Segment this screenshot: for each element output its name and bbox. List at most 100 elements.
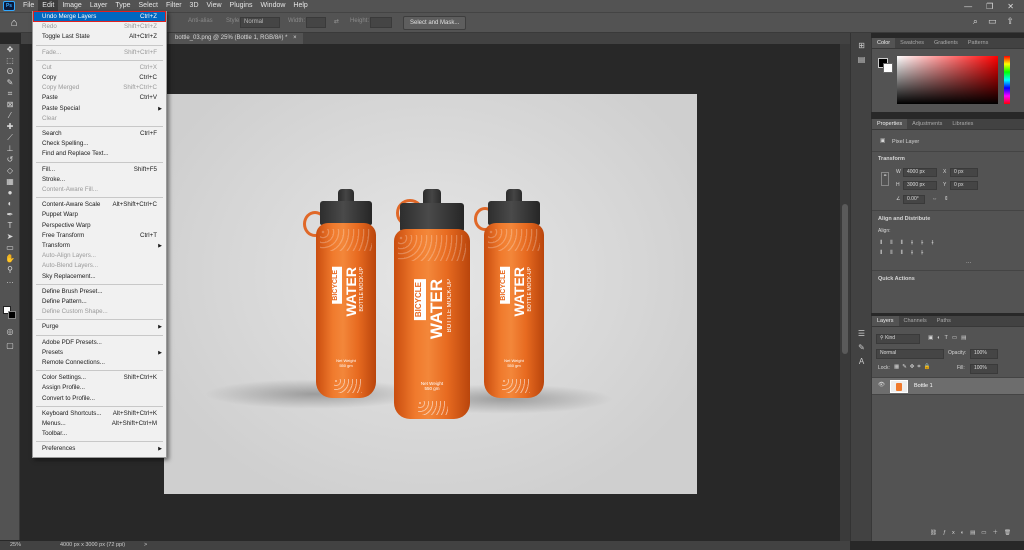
tab-adjustments[interactable]: Adjustments [907,119,947,129]
edit-menu-item[interactable]: Assign Profile... [33,383,166,393]
edit-menu-item[interactable]: Sky Replacement... [33,272,166,282]
history-brush-tool-icon[interactable]: ↺ [0,154,20,165]
quick-select-tool-icon[interactable]: ✎ [0,77,20,88]
edit-menu-item[interactable]: Keyboard Shortcuts... Alt+Shift+Ctrl+K [33,409,166,419]
minimize-icon[interactable]: — [964,2,972,11]
flip-vertical-icon[interactable]: ⇕ [944,196,949,202]
edit-menu-item[interactable]: Search Ctrl+F [33,129,166,139]
tab-close-icon[interactable]: × [293,35,297,41]
swap-icon[interactable]: ⇄ [334,18,339,25]
menu-plugins[interactable]: Plugins [226,0,257,12]
width-input[interactable] [306,17,326,28]
edit-menu-item[interactable]: Color Settings... Shift+Ctrl+K [33,373,166,383]
edit-menu-item[interactable]: Copy Merged Shift+Ctrl+C [33,83,166,93]
document-tab[interactable]: bottle_03.png @ 25% (Bottle 1, RGB/8#) *… [169,33,303,44]
height-field[interactable]: 3000 px [903,181,937,190]
scroll-thumb[interactable] [842,204,848,354]
character-panel-icon[interactable]: A [851,355,872,369]
edit-menu-item[interactable]: Presets ▶ [33,348,166,358]
tab-properties[interactable]: Properties [872,119,908,129]
edit-menu-item[interactable]: Toolbar... [33,429,166,439]
edit-menu-item[interactable]: Puppet Warp [33,210,166,220]
home-icon[interactable]: ⌂ [7,16,21,30]
select-and-mask-button[interactable]: Select and Mask... [403,16,467,30]
tab-paths[interactable]: Paths [932,316,956,326]
transform-section-title[interactable]: Transform [878,156,905,162]
menu-window[interactable]: Window [257,0,290,12]
edit-menu-item[interactable]: Content-Aware Fill... [33,185,166,195]
quick-actions-title[interactable]: Quick Actions [878,276,915,282]
marquee-tool-icon[interactable]: ⬚ [0,55,20,66]
healing-tool-icon[interactable]: ✚ [0,121,20,132]
shape-tool-icon[interactable]: ▭ [0,242,20,253]
edit-menu-item[interactable]: Menus... Alt+Shift+Ctrl+M [33,419,166,429]
tab-channels[interactable]: Channels [899,316,932,326]
style-select[interactable]: Normal [240,17,280,28]
layer-name[interactable]: Bottle 1 [914,383,933,389]
edit-menu-item[interactable]: Toggle Last State Alt+Ctrl+Z [33,32,166,42]
fill-field[interactable]: 100% [970,364,998,374]
layer-actions[interactable]: ⛓ƒx◐▤▭＋🗑 [930,528,1017,536]
close-icon[interactable]: ✕ [1007,2,1014,11]
edit-menu-item[interactable]: Purge ▶ [33,322,166,332]
edit-menu-item[interactable]: Fill... Shift+F5 [33,165,166,175]
width-field[interactable]: 4000 px [903,168,937,177]
gradient-tool-icon[interactable]: ▦ [0,176,20,187]
edit-menu-item[interactable]: Copy Ctrl+C [33,73,166,83]
brush-tool-icon[interactable]: ⟋ [0,132,20,143]
workspace-icon[interactable]: ▭ [988,16,997,27]
frame-tool-icon[interactable]: ⊠ [0,99,20,110]
tab-color[interactable]: Color [872,38,896,48]
status-arrow-icon[interactable]: > [144,541,147,550]
edit-menu-item[interactable]: Perspective Warp [33,221,166,231]
edit-menu-item[interactable]: Define Pattern... [33,297,166,307]
height-input[interactable] [370,17,392,28]
blur-tool-icon[interactable]: ● [0,187,20,198]
more-tools-icon[interactable]: … [0,275,20,286]
flip-horizontal-icon[interactable]: ⇔ [932,196,938,202]
edit-menu-item[interactable]: Define Brush Preset... [33,287,166,297]
edit-menu-item[interactable]: Paste Ctrl+V [33,93,166,103]
eraser-tool-icon[interactable]: ◇ [0,165,20,176]
document-canvas[interactable]: BICYCLE WATER BOTTLE MOCK-UP Net Weight … [164,94,697,494]
menu-view[interactable]: View [203,0,226,12]
tab-gradients[interactable]: Gradients [929,38,963,48]
layer-filter-select[interactable]: ⚲ Kind [876,334,920,344]
layer-filter-icons[interactable]: ▣◐T▭▤ [928,335,970,341]
edit-menu-item[interactable]: Auto-Blend Layers... [33,261,166,271]
edit-menu-item[interactable]: Remote Connections... [33,358,166,368]
edit-menu-item[interactable]: Free Transform Ctrl+T [33,231,166,241]
hue-slider[interactable] [1004,56,1010,104]
edit-menu-item[interactable]: Cut Ctrl+X [33,63,166,73]
document-size[interactable]: 4000 px x 3000 px (72 ppi) [60,541,125,550]
tab-swatches[interactable]: Swatches [895,38,929,48]
maximize-icon[interactable]: ❐ [986,2,993,11]
edit-menu-item[interactable]: Adobe PDF Presets... [33,338,166,348]
edit-menu-item[interactable]: Clear [33,114,166,124]
menu-3d[interactable]: 3D [186,0,203,12]
background-swatch[interactable] [883,63,893,73]
pen-tool-icon[interactable]: ✒ [0,209,20,220]
lock-icons[interactable]: ▦✎✥⌗🔒 [894,364,933,371]
blend-mode-select[interactable]: Normal [876,349,944,359]
swatches-panel-icon[interactable]: ▤ [851,53,872,67]
foreground-color-swatch[interactable] [8,311,16,319]
more-options-icon[interactable]: ⋯ [966,260,972,266]
eye-icon[interactable]: 👁 [878,382,885,388]
edit-menu-item[interactable]: Find and Replace Text... [33,149,166,159]
move-tool-icon[interactable]: ✥ [0,44,20,55]
zoom-tool-icon[interactable]: ⚲ [0,264,20,275]
search-icon[interactable]: ⌕ [973,16,978,27]
edit-menu-item[interactable]: Check Spelling... [33,139,166,149]
edit-menu-item[interactable]: Preferences ▶ [33,444,166,454]
edit-menu-item[interactable]: Define Custom Shape... [33,307,166,317]
link-icon[interactable]: ⚭ [881,172,889,186]
hand-tool-icon[interactable]: ✋ [0,253,20,264]
canvas-vertical-scrollbar[interactable] [840,44,850,541]
path-select-tool-icon[interactable]: ➤ [0,231,20,242]
adjust-panel-icon[interactable]: ☰ [851,327,872,341]
edit-menu-item[interactable]: Stroke... [33,175,166,185]
color-field[interactable] [897,56,998,104]
edit-menu-item[interactable]: Content-Aware Scale Alt+Shift+Ctrl+C [33,200,166,210]
edit-menu-item[interactable]: Paste Special ▶ [33,104,166,114]
